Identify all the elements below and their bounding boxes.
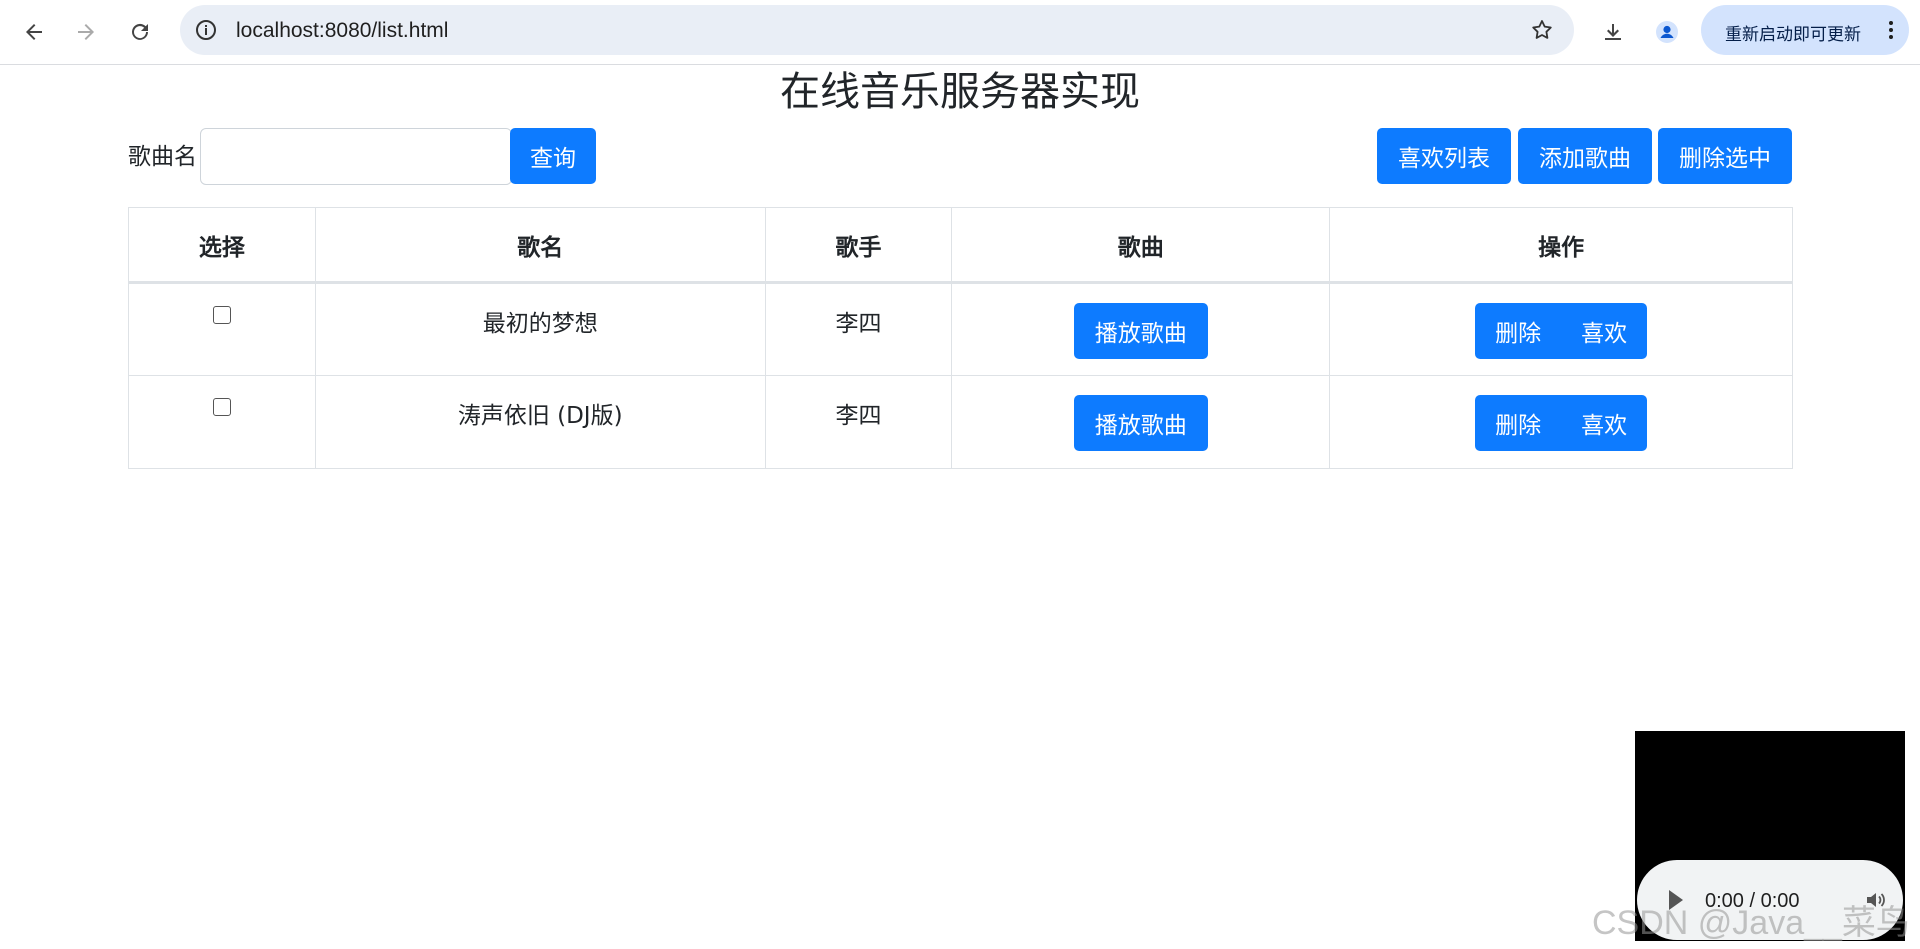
- arrow-right-icon: [78, 24, 94, 40]
- delete-selected-button[interactable]: 删除选中: [1658, 128, 1792, 184]
- delete-button[interactable]: 删除: [1475, 395, 1562, 451]
- select-cell: [128, 282, 316, 376]
- more-vert-icon: [1889, 21, 1893, 39]
- table-row: 最初的梦想 李四 播放歌曲 删除 喜欢: [128, 282, 1793, 376]
- info-icon[interactable]: [194, 18, 218, 42]
- download-button[interactable]: [1591, 10, 1635, 54]
- like-button[interactable]: 喜欢: [1561, 395, 1648, 451]
- reload-button[interactable]: [118, 10, 162, 54]
- table-row: 涛声依旧 (DJ版) 李四 播放歌曲 删除 喜欢: [128, 375, 1793, 469]
- song-name-cell: 最初的梦想: [314, 282, 766, 376]
- profile-button[interactable]: [1645, 10, 1689, 54]
- star-icon[interactable]: [1530, 18, 1554, 42]
- browser-toolbar: localhost:8080/list.html 重新启动即可更新: [0, 0, 1920, 65]
- forward-button[interactable]: [64, 10, 108, 54]
- header-song-name: 歌名: [314, 207, 766, 283]
- update-button[interactable]: 重新启动即可更新: [1701, 5, 1909, 55]
- avatar-icon: [1656, 21, 1678, 43]
- add-song-button[interactable]: 添加歌曲: [1518, 128, 1652, 184]
- singer-cell: 李四: [764, 375, 953, 469]
- fav-list-button[interactable]: 喜欢列表: [1377, 128, 1511, 184]
- actions-cell: 删除 喜欢: [1329, 282, 1793, 376]
- header-actions: 操作: [1329, 207, 1793, 283]
- header-song: 歌曲: [951, 207, 1331, 283]
- page-title: 在线音乐服务器实现: [780, 69, 1140, 115]
- like-button[interactable]: 喜欢: [1561, 303, 1648, 359]
- play-cell: 播放歌曲: [951, 375, 1331, 469]
- search-button[interactable]: 查询: [510, 128, 596, 184]
- actions-cell: 删除 喜欢: [1329, 375, 1793, 469]
- update-label: 重新启动即可更新: [1725, 25, 1861, 45]
- watermark: CSDN @Java__菜鸟: [1592, 904, 1910, 942]
- select-cell: [128, 375, 316, 469]
- singer-cell: 李四: [764, 282, 953, 376]
- search-label: 歌曲名: [128, 144, 197, 170]
- action-group: 删除 喜欢: [1475, 395, 1648, 451]
- header-singer: 歌手: [764, 207, 953, 283]
- address-bar[interactable]: localhost:8080/list.html: [180, 5, 1574, 55]
- play-song-button[interactable]: 播放歌曲: [1073, 303, 1208, 359]
- song-name-cell: 涛声依旧 (DJ版): [314, 375, 766, 469]
- play-song-button[interactable]: 播放歌曲: [1073, 395, 1208, 451]
- action-group: 删除 喜欢: [1475, 303, 1648, 359]
- download-icon: [1605, 24, 1621, 40]
- row-checkbox[interactable]: [212, 306, 231, 324]
- row-checkbox[interactable]: [212, 398, 231, 416]
- url-text[interactable]: localhost:8080/list.html: [236, 19, 448, 43]
- play-cell: 播放歌曲: [951, 282, 1331, 376]
- reload-icon: [132, 23, 148, 40]
- search-input[interactable]: [200, 128, 512, 185]
- arrow-left-icon: [26, 24, 42, 40]
- table-header-row: 选择 歌名 歌手 歌曲 操作: [128, 207, 1793, 283]
- song-table: 选择 歌名 歌手 歌曲 操作 最初的梦想 李四 播放歌曲 删除 喜欢 涛声依旧 …: [128, 207, 1793, 469]
- delete-button[interactable]: 删除: [1475, 303, 1562, 359]
- header-select: 选择: [128, 207, 316, 283]
- back-button[interactable]: [12, 10, 56, 54]
